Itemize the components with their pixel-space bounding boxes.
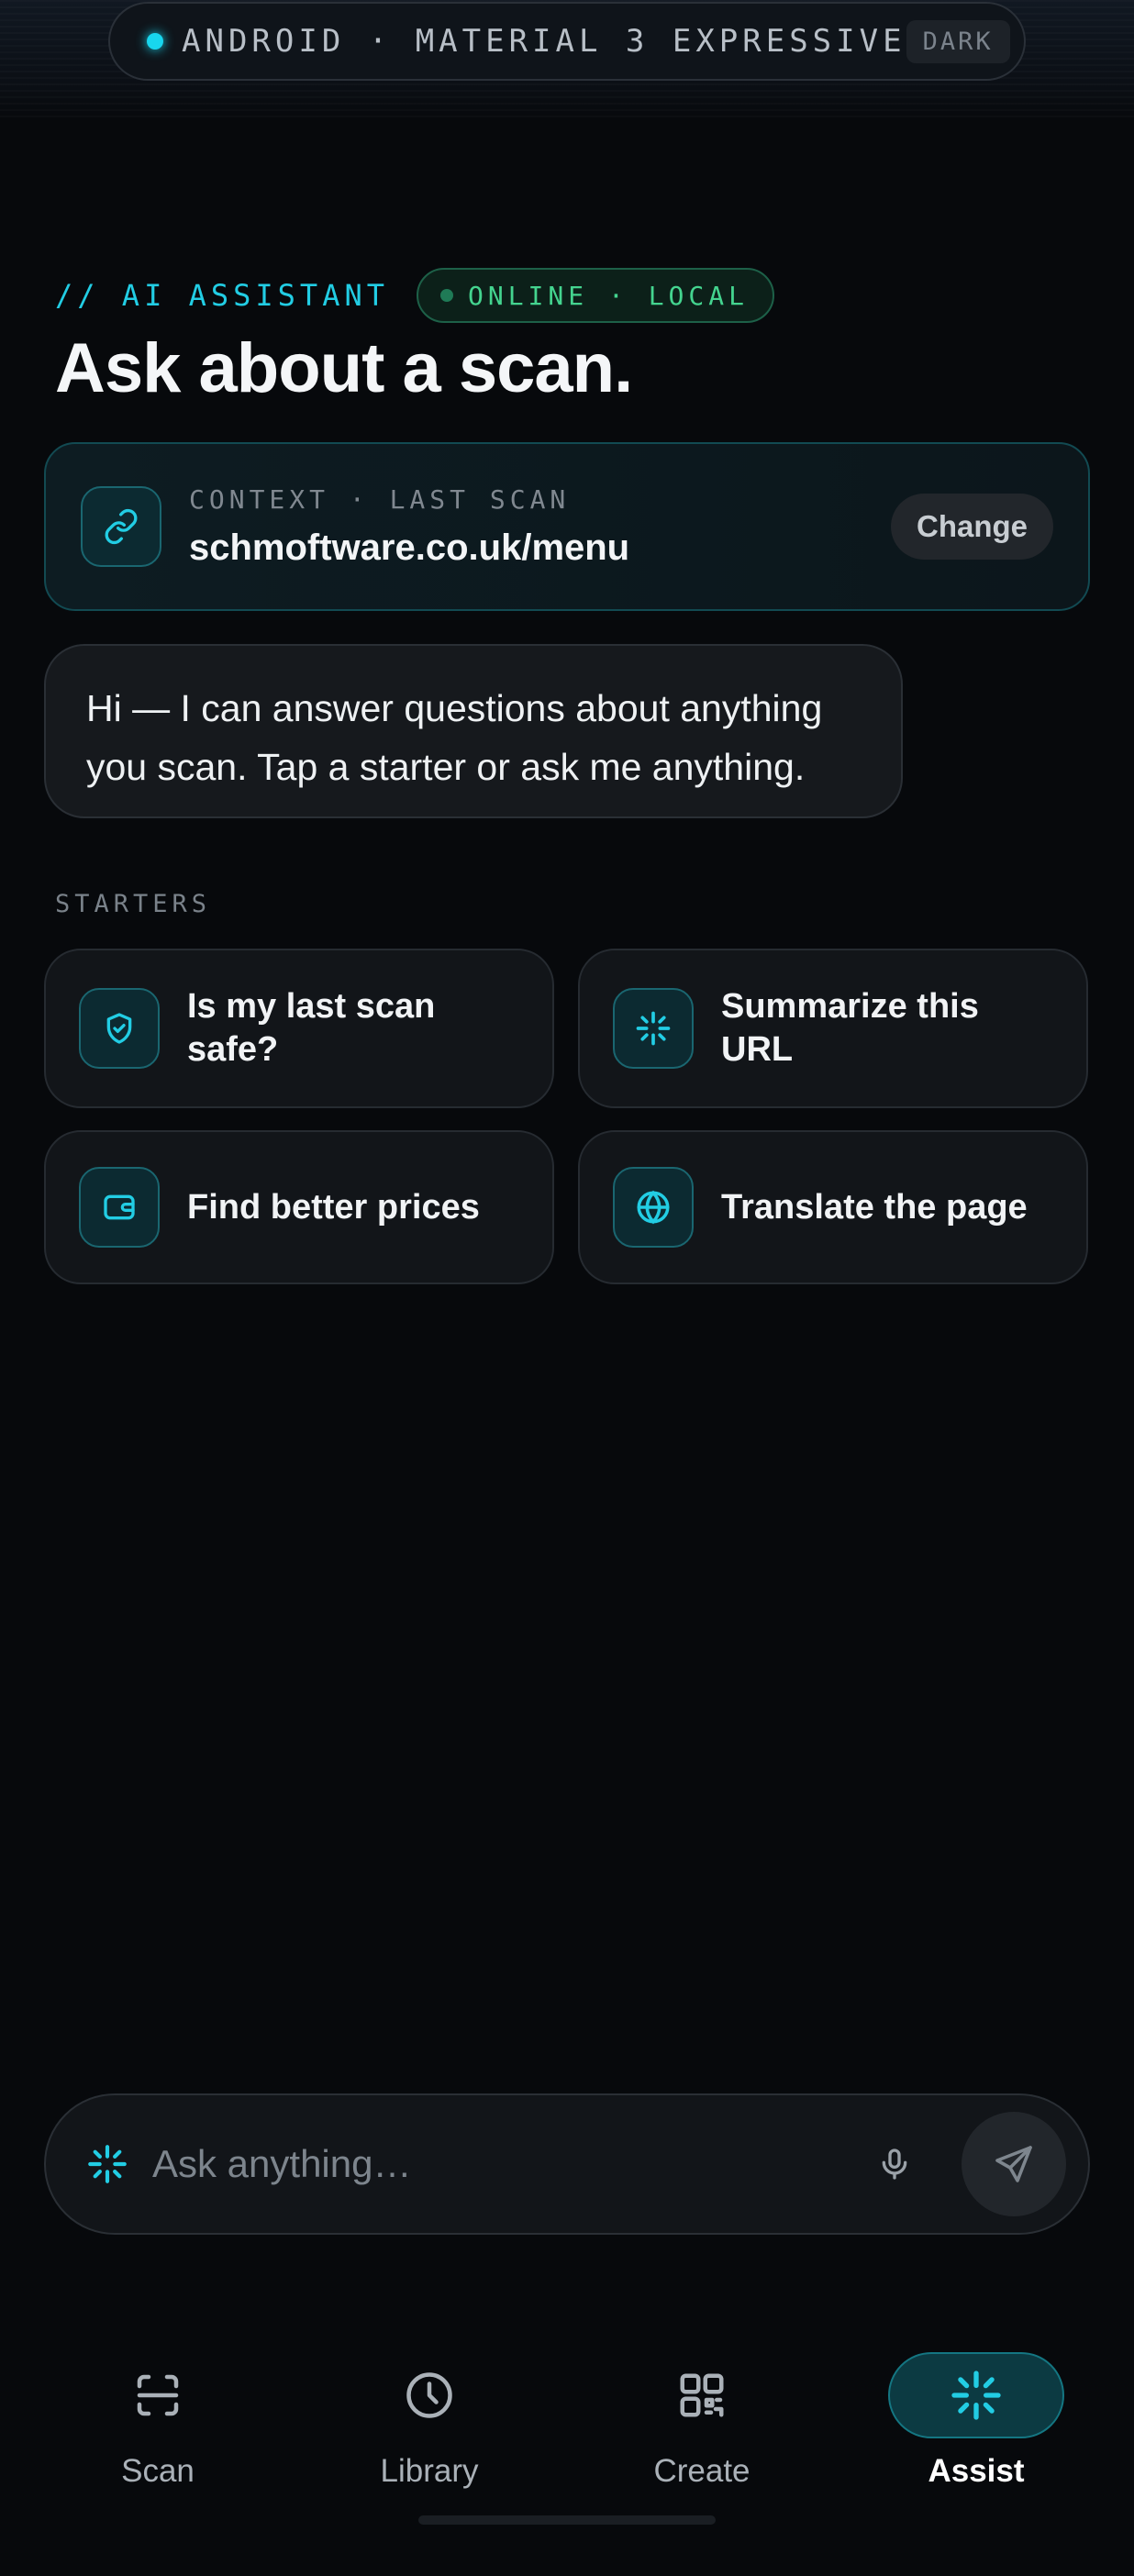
- globe-icon: [613, 1167, 694, 1248]
- starter-label: Summarize this URL: [721, 987, 979, 1069]
- assistant-screen: ANDROID · MATERIAL 3 EXPRESSIVE DARK // …: [0, 0, 1134, 2576]
- nav-label-create: Create: [653, 2453, 750, 2489]
- home-indicator[interactable]: [418, 2515, 716, 2525]
- nav-item-assist[interactable]: Assist: [875, 2330, 1077, 2495]
- starter-label: Translate the page: [721, 1187, 1028, 1227]
- link-icon: [81, 486, 161, 567]
- starter-find-prices[interactable]: Find better prices: [44, 1130, 554, 1284]
- microphone-icon[interactable]: [862, 2132, 927, 2196]
- chat-input-bar: [44, 2093, 1090, 2235]
- scan-frame-icon: [70, 2352, 246, 2438]
- page-title: Ask about a scan.: [55, 329, 633, 407]
- wallet-icon: [79, 1167, 160, 1248]
- section-eyebrow: // AI ASSISTANT: [55, 278, 389, 313]
- bottom-navigation: Scan Library Create Assist: [0, 2330, 1134, 2495]
- nav-item-library[interactable]: Library: [328, 2330, 530, 2495]
- context-text: CONTEXT · LAST SCAN schmoftware.co.uk/me…: [189, 484, 891, 569]
- starter-summarize-url[interactable]: Summarize this URL: [578, 949, 1088, 1108]
- shield-check-icon: [79, 988, 160, 1069]
- nav-item-create[interactable]: Create: [601, 2330, 803, 2495]
- nav-label-assist: Assist: [928, 2453, 1025, 2489]
- context-card: CONTEXT · LAST SCAN schmoftware.co.uk/me…: [44, 442, 1090, 611]
- context-url: schmoftware.co.uk/menu: [189, 527, 630, 568]
- header-eyebrow-row: // AI ASSISTANT ONLINE · LOCAL: [55, 268, 774, 323]
- banner-dot: [147, 33, 163, 50]
- sparkle-icon: [84, 2141, 130, 2187]
- theme-badge: DARK: [906, 19, 1010, 63]
- sparkle-icon: [613, 988, 694, 1069]
- starter-last-scan-safe[interactable]: Is my last scan safe?: [44, 949, 554, 1108]
- banner-text: ANDROID · MATERIAL 3 EXPRESSIVE: [182, 23, 906, 60]
- nav-item-scan[interactable]: Scan: [57, 2330, 259, 2495]
- change-context-button[interactable]: Change: [890, 494, 1053, 560]
- context-label: CONTEXT · LAST SCAN: [189, 484, 571, 515]
- nav-label-library: Library: [380, 2453, 479, 2489]
- starter-label: Find better prices: [187, 1187, 480, 1227]
- platform-banner: ANDROID · MATERIAL 3 EXPRESSIVE DARK: [108, 2, 1026, 81]
- clock-icon: [341, 2352, 517, 2438]
- assistant-message-bubble: Hi — I can answer questions about anythi…: [44, 644, 903, 818]
- qr-grid-icon: [614, 2352, 790, 2438]
- status-text: ONLINE · LOCAL: [467, 280, 749, 311]
- starter-label: Is my last scan safe?: [187, 987, 436, 1069]
- send-button[interactable]: [962, 2112, 1066, 2216]
- starters-heading: STARTERS: [55, 890, 212, 918]
- status-badge: ONLINE · LOCAL: [416, 268, 774, 323]
- send-icon: [992, 2142, 1036, 2186]
- sparkle-icon: [888, 2352, 1064, 2438]
- status-dot: [439, 289, 453, 302]
- nav-label-scan: Scan: [121, 2453, 195, 2489]
- starter-translate-page[interactable]: Translate the page: [578, 1130, 1088, 1284]
- chat-input[interactable]: [152, 2142, 862, 2186]
